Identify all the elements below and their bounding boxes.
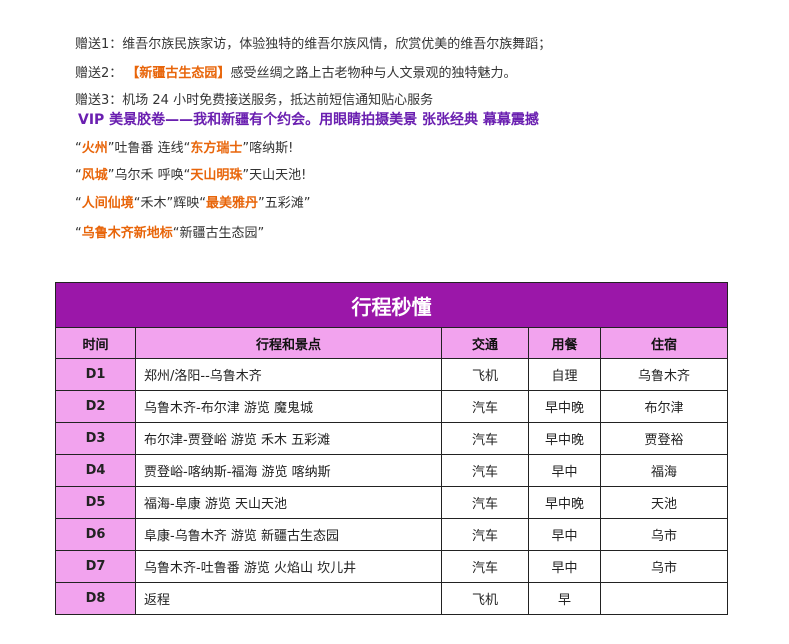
lodging-cell: 布尔津 — [599, 390, 729, 423]
transport-cell: 汽车 — [441, 422, 529, 455]
table-row: D3 布尔津-贾登峪 游览 禾木 五彩滩 汽车 早中晚 贾登裕 — [55, 422, 729, 455]
gift-3: 赠送3：机场 24 小时免费接送服务，抵达前短信通知贴心服务 — [75, 89, 433, 108]
quote-highlight-1: 人间仙境 — [81, 196, 134, 211]
quote-mid: ”吐鲁番 连线“ — [107, 141, 191, 156]
route-cell: 布尔津-贾登峪 游览 禾木 五彩滩 — [135, 422, 442, 455]
route-cell: 返程 — [135, 582, 442, 615]
table-row: D2 乌鲁木齐-布尔津 游览 魔鬼城 汽车 早中晚 布尔津 — [55, 390, 729, 423]
table-header-row: 时间 行程和景点 交通 用餐 住宿 — [55, 327, 729, 359]
day-cell: D7 — [55, 550, 136, 583]
day-cell: D8 — [55, 582, 136, 615]
quote-highlight-2: 东方瑞士 — [190, 141, 243, 156]
quote-line-4: “乌鲁木齐新地标“新疆古生态园” — [75, 222, 264, 241]
meals-cell: 早中晚 — [528, 390, 601, 423]
meals-cell: 早 — [528, 582, 601, 615]
route-cell: 乌鲁木齐-布尔津 游览 魔鬼城 — [135, 390, 442, 423]
day-cell: D4 — [55, 454, 136, 487]
quote-open: “ — [75, 196, 82, 211]
gift-2-label: 赠送2： — [75, 66, 123, 81]
table-row: D5 福海-阜康 游览 天山天池 汽车 早中晚 天池 — [55, 486, 729, 519]
meals-cell: 早中 — [528, 550, 601, 583]
lodging-cell: 福海 — [599, 454, 729, 487]
quote-tail: ”天山天池! — [242, 168, 307, 183]
transport-cell: 汽车 — [441, 518, 529, 551]
table-row: D8 返程 飞机早 — [55, 582, 729, 615]
gift-3-text: 机场 24 小时免费接送服务，抵达前短信通知贴心服务 — [122, 93, 434, 108]
table-row: D7 乌鲁木齐-吐鲁番 游览 火焰山 坎儿井 汽车 早中 乌市 — [55, 550, 729, 583]
gift-1-label: 赠送1： — [75, 37, 123, 52]
quote-highlight-1: 风城 — [81, 168, 108, 183]
transport-cell: 飞机 — [441, 358, 529, 391]
lodging-cell: 乌市 — [599, 550, 729, 583]
table-row: D6 阜康-乌鲁木齐 游览 新疆古生态园 汽车 早中 乌市 — [55, 518, 729, 551]
lodging-cell: 贾登裕 — [599, 422, 729, 455]
quote-mid: ”乌尔禾 呼唤“ — [107, 168, 191, 183]
table-row: D1 郑州/洛阳--乌鲁木齐 飞机 自理 乌鲁木齐 — [55, 358, 729, 391]
gift-3-label: 赠送3： — [75, 93, 123, 108]
day-cell: D6 — [55, 518, 136, 551]
gift-2-highlight: 【新疆古生态园】 — [126, 66, 231, 81]
quote-highlight-1: 乌鲁木齐新地标 — [81, 226, 173, 241]
route-cell: 郑州/洛阳--乌鲁木齐 — [135, 358, 442, 391]
quote-highlight-2: 最美雅丹 — [205, 196, 258, 211]
header-transport: 交通 — [441, 327, 529, 359]
header-time: 时间 — [55, 327, 136, 359]
quote-tail: ”五彩滩” — [258, 196, 311, 211]
quote-tail: ”喀纳斯! — [242, 141, 294, 156]
meals-cell: 早中晚 — [528, 422, 601, 455]
meals-cell: 早中 — [528, 454, 601, 487]
meals-cell: 早中晚 — [528, 486, 601, 519]
header-meals: 用餐 — [528, 327, 601, 359]
itinerary-table: 行程秒懂 时间 行程和景点 交通 用餐 住宿 D1 郑州/洛阳--乌鲁木齐 飞机 自理… — [54, 282, 729, 615]
header-route: 行程和景点 — [135, 327, 442, 359]
quote-mid: “禾木”辉映“ — [133, 196, 206, 211]
quote-line-3: “人间仙境“禾木”辉映“最美雅丹”五彩滩” — [75, 192, 310, 211]
route-cell: 贾登峪-喀纳斯-福海 游览 喀纳斯 — [135, 454, 442, 487]
quote-line-2: “风城”乌尔禾 呼唤“天山明珠”天山天池! — [75, 164, 306, 183]
route-cell: 乌鲁木齐-吐鲁番 游览 火焰山 坎儿井 — [135, 550, 442, 583]
transport-cell: 汽车 — [441, 454, 529, 487]
quote-open: “ — [75, 168, 82, 183]
meals-cell: 自理 — [528, 358, 601, 391]
transport-cell: 汽车 — [441, 486, 529, 519]
day-cell: D1 — [55, 358, 136, 391]
lodging-cell: 天池 — [599, 486, 729, 519]
header-lodging: 住宿 — [599, 327, 729, 359]
gift-2-text: 感受丝绸之路上古老物种与人文景观的独特魅力。 — [230, 66, 517, 81]
transport-cell: 汽车 — [441, 550, 529, 583]
quote-highlight-1: 火州 — [81, 141, 108, 156]
day-cell: D3 — [55, 422, 136, 455]
lodging-cell — [599, 582, 729, 615]
route-cell: 阜康-乌鲁木齐 游览 新疆古生态园 — [135, 518, 442, 551]
quote-highlight-2: 天山明珠 — [190, 168, 243, 183]
quote-open: “ — [75, 226, 82, 241]
quote-open: “ — [75, 141, 82, 156]
day-cell: D2 — [55, 390, 136, 423]
route-cell: 福海-阜康 游览 天山天池 — [135, 486, 442, 519]
gift-1-text: 维吾尔族民族家访，体验独特的维吾尔族风情，欣赏优美的维吾尔族舞蹈； — [122, 37, 552, 52]
transport-cell: 飞机 — [441, 582, 529, 615]
lodging-cell: 乌市 — [599, 518, 729, 551]
gift-1: 赠送1：维吾尔族民族家访，体验独特的维吾尔族风情，欣赏优美的维吾尔族舞蹈； — [75, 33, 551, 52]
quote-tail: “新疆古生态园” — [172, 226, 265, 241]
gift-2: 赠送2： 【新疆古生态园】感受丝绸之路上古老物种与人文景观的独特魅力。 — [75, 62, 516, 81]
vip-line: VIP 美景胶卷——我和新疆有个约会。用眼睛拍摄美景 张张经典 幕幕震撼 — [78, 112, 539, 128]
quote-line-1: “火州”吐鲁番 连线“东方瑞士”喀纳斯! — [75, 137, 293, 156]
transport-cell: 汽车 — [441, 390, 529, 423]
meals-cell: 早中 — [528, 518, 601, 551]
day-cell: D5 — [55, 486, 136, 519]
lodging-cell: 乌鲁木齐 — [599, 358, 729, 391]
table-title: 行程秒懂 — [54, 282, 729, 328]
table-row: D4 贾登峪-喀纳斯-福海 游览 喀纳斯 汽车 早中 福海 — [55, 454, 729, 487]
